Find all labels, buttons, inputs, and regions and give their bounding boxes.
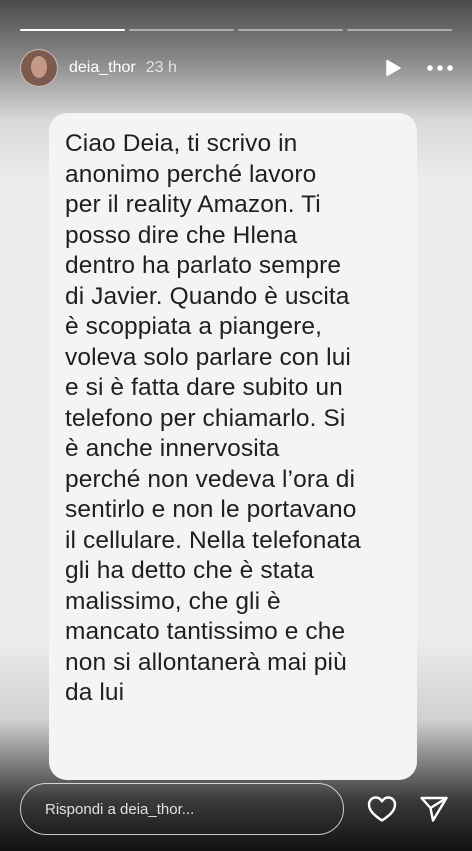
progress-segment [347, 29, 452, 31]
message-bubble: Ciao Deia, ti scrivo in anonimo perché l… [49, 113, 417, 780]
message-text: Ciao Deia, ti scrivo in anonimo perché l… [65, 130, 361, 706]
progress-segment [238, 29, 343, 31]
username[interactable]: deia_thor [69, 59, 136, 77]
timestamp: 23 h [145, 59, 177, 76]
reply-bar [20, 782, 454, 836]
progress-segment [129, 29, 234, 31]
avatar[interactable] [20, 49, 58, 87]
story-viewer[interactable]: deia_thor 23 h Ciao Deia, ti scrivo in a… [0, 0, 472, 851]
story-progress-bar [20, 29, 452, 31]
heart-icon[interactable] [366, 793, 398, 825]
progress-segment [20, 29, 125, 31]
play-icon[interactable] [382, 57, 404, 79]
more-icon[interactable] [426, 57, 454, 79]
send-icon[interactable] [418, 793, 450, 825]
reply-input[interactable] [20, 783, 344, 835]
story-header: deia_thor 23 h [20, 48, 454, 88]
